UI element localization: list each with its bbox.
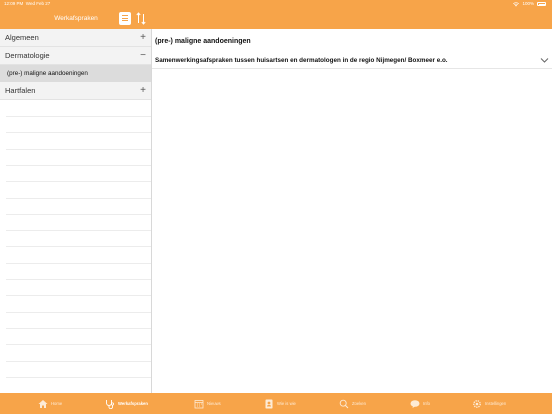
tab-werkafspraken[interactable]: Werkafspraken xyxy=(105,393,148,414)
row-separator xyxy=(6,132,151,134)
detail-header xyxy=(152,8,552,29)
category-hartfalen[interactable]: Hartfalen + xyxy=(0,82,151,100)
tab-label: Zoeken xyxy=(352,401,366,406)
row-separator xyxy=(6,181,151,183)
chevron-down-icon[interactable] xyxy=(540,56,549,64)
tab-label: Home xyxy=(51,401,63,406)
collapse-icon[interactable]: − xyxy=(140,47,146,64)
status-bar: 12:09 PM Wed Feb 27 100% xyxy=(0,0,552,8)
accordion-row[interactable]: Samenwerkingsafspraken tussen huisartsen… xyxy=(152,52,552,69)
tab-nieuws[interactable]: Nieuws xyxy=(194,393,221,414)
status-date: Wed Feb 27 xyxy=(25,1,51,6)
battery-percent: 100% xyxy=(522,1,534,6)
list-icon-line xyxy=(122,20,128,21)
tab-label: Info xyxy=(423,401,430,406)
battery-icon xyxy=(537,2,546,6)
row-separator xyxy=(6,164,151,166)
tab-label: Instellingen xyxy=(485,401,507,406)
row-separator xyxy=(6,311,151,313)
status-right: 100% xyxy=(513,0,546,8)
wifi-icon xyxy=(513,1,520,6)
category-label: Dermatologie xyxy=(5,51,50,60)
page-title: (pre-) maligne aandoeningen xyxy=(155,38,251,45)
sidebar: Algemeen + Dermatologie − (pre-) maligne… xyxy=(0,29,152,393)
tab-info[interactable]: Info xyxy=(410,393,430,414)
tab-bar: Home Werkafspraken Nieuws Wie is wie Zoe… xyxy=(0,393,552,414)
row-separator xyxy=(6,327,151,329)
row-separator xyxy=(6,213,151,215)
calendar-icon xyxy=(194,399,204,408)
stethoscope-icon xyxy=(106,399,115,409)
row-separator xyxy=(6,344,151,346)
tab-zoeken[interactable]: Zoeken xyxy=(339,393,366,414)
row-separator xyxy=(6,197,151,199)
expand-icon[interactable]: + xyxy=(140,82,146,99)
category-label: Hartfalen xyxy=(5,86,36,95)
category-algemeen[interactable]: Algemeen + xyxy=(0,29,151,47)
list-icon-line xyxy=(122,15,128,16)
tab-label: Werkafspraken xyxy=(118,401,148,406)
list-view-button[interactable] xyxy=(119,12,131,25)
row-separator xyxy=(6,116,151,117)
row-separator xyxy=(6,279,151,280)
gear-icon xyxy=(473,399,481,408)
row-separator xyxy=(6,246,151,248)
home-icon xyxy=(38,399,48,408)
contact-card-icon xyxy=(265,399,273,408)
sidebar-item-label: (pre-) maligne aandoeningen xyxy=(7,70,88,77)
tab-home[interactable]: Home xyxy=(38,393,62,414)
row-separator xyxy=(6,148,151,150)
sort-icon[interactable] xyxy=(136,12,146,25)
status-time: 12:09 PM xyxy=(4,1,24,6)
chat-bubble-icon xyxy=(410,399,420,408)
row-separator xyxy=(6,295,151,297)
tab-wie-is-wie[interactable]: Wie is wie xyxy=(264,393,296,414)
row-separator xyxy=(6,376,151,378)
row-separator xyxy=(6,262,151,264)
category-dermatologie[interactable]: Dermatologie − xyxy=(0,47,151,65)
tab-label: Wie is wie xyxy=(277,401,296,406)
tab-instellingen[interactable]: Instellingen xyxy=(472,393,506,414)
status-time-date: 12:09 PM Wed Feb 27 xyxy=(4,0,50,8)
sidebar-header: Werkafspraken xyxy=(0,8,152,29)
accordion-label: Samenwerkingsafspraken tussen huisartsen… xyxy=(155,57,448,64)
list-icon-line xyxy=(122,17,128,19)
row-separator xyxy=(6,360,151,362)
sidebar-item-selected[interactable]: (pre-) maligne aandoeningen xyxy=(0,65,151,82)
expand-icon[interactable]: + xyxy=(140,29,146,46)
detail-pane: (pre-) maligne aandoeningen Samenwerking… xyxy=(152,29,552,393)
search-icon xyxy=(339,399,349,408)
tab-label: Nieuws xyxy=(207,401,221,406)
row-separator xyxy=(6,230,151,232)
category-label: Algemeen xyxy=(5,33,39,42)
